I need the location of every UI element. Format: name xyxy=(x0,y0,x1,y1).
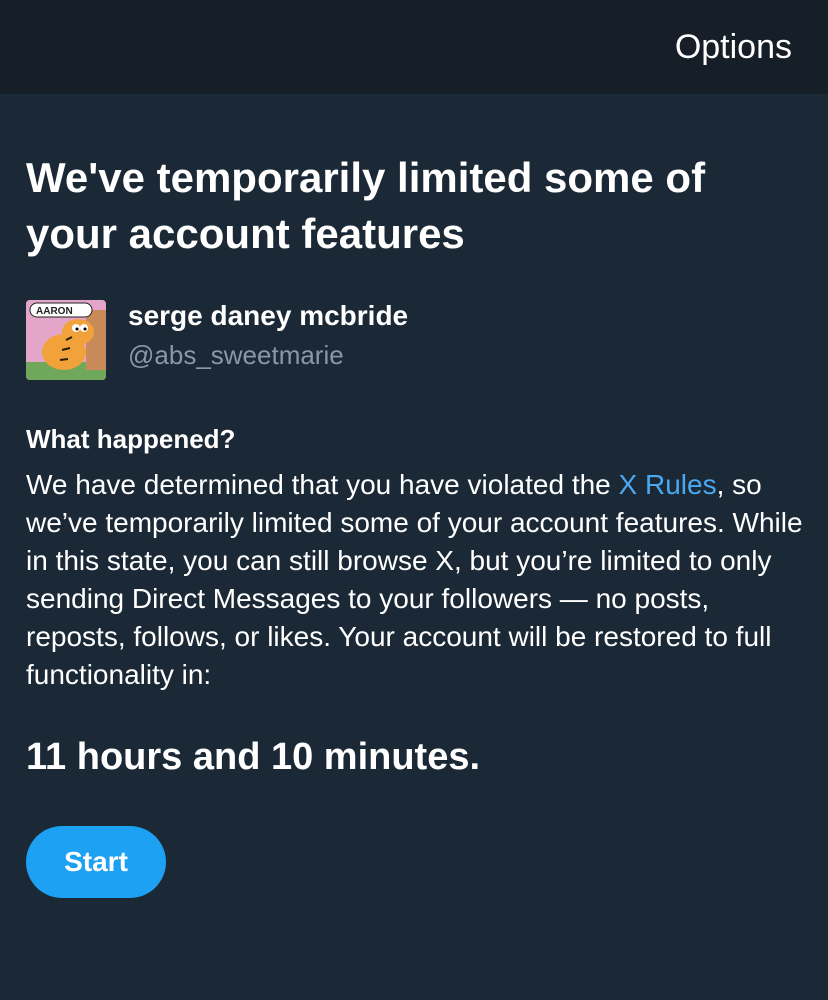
display-name: serge daney mcbride xyxy=(128,300,409,331)
avatar-image: AARON xyxy=(26,300,106,380)
section-heading: What happened? xyxy=(26,424,236,454)
options-button[interactable]: Options xyxy=(675,28,792,67)
top-bar: Options xyxy=(0,0,828,94)
explanation-text-end: , so we’ve temporarily limited some of y… xyxy=(26,469,803,690)
explanation-text: We have determined that you have violate… xyxy=(26,466,806,694)
avatar-caption: AARON xyxy=(36,306,73,317)
page-title: We've temporarily limited some of your a… xyxy=(26,154,706,257)
restriction-countdown: 11 hours and 10 minutes. xyxy=(26,736,481,778)
avatar: AARON xyxy=(26,300,106,380)
x-rules-link[interactable]: X Rules xyxy=(619,469,717,500)
user-handle: @abs_sweetmarie xyxy=(128,340,344,370)
explanation-text-start: We have determined that you have violate… xyxy=(26,469,619,500)
start-button[interactable]: Start xyxy=(26,826,166,898)
